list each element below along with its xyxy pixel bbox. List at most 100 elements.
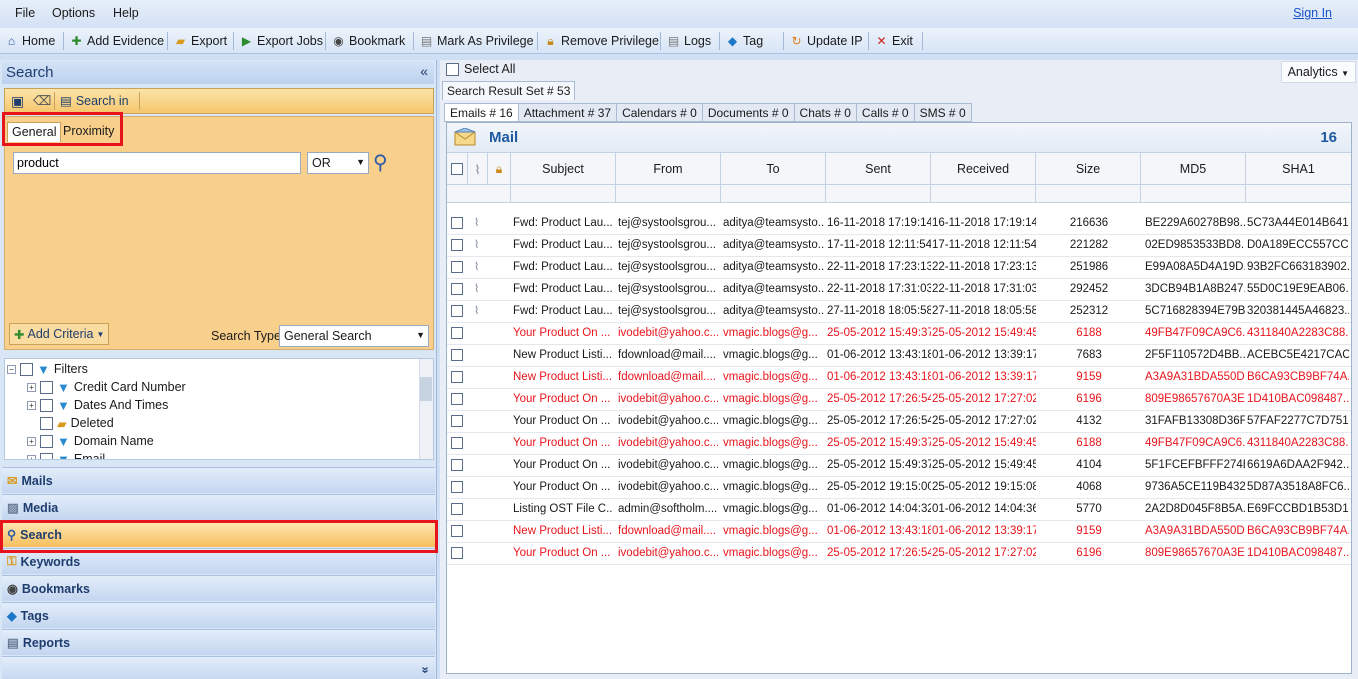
checkbox[interactable] [40, 452, 53, 459]
expand-node-icon[interactable]: + [27, 454, 36, 459]
tree-node-filters[interactable]: − ▼ Filters [7, 360, 88, 378]
search-magnifier-icon[interactable]: ⚲ [373, 150, 388, 175]
filter-md5[interactable] [1141, 185, 1246, 203]
result-set-tab[interactable]: Search Result Set # 53 [442, 81, 576, 100]
tab-calendars[interactable]: Calendars # 0 [617, 103, 703, 122]
table-row[interactable]: New Product Listi... fdownload@mail.... vm… [447, 345, 1351, 367]
table-row[interactable]: Your Product On ... ivodebit@yahoo.c... vm… [447, 323, 1351, 345]
col-to[interactable]: To [721, 153, 826, 185]
search-in-button[interactable]: ▤ Search in [60, 93, 129, 109]
menu-file[interactable]: File [15, 6, 35, 20]
filter-received[interactable] [931, 185, 1036, 203]
tab-documents[interactable]: Documents # 0 [702, 103, 795, 122]
bookmark-button[interactable]: ◉ Bookmark [331, 32, 405, 50]
nav-keywords[interactable]: ⚿ Keywords [2, 548, 435, 574]
select-all-control[interactable]: Select All [446, 62, 515, 76]
mark-privilege-button[interactable]: ▤ Mark As Privilege [419, 32, 534, 50]
nav-overflow[interactable]: » [2, 656, 435, 679]
tab-proximity[interactable]: Proximity [59, 122, 118, 142]
header-select[interactable] [447, 153, 468, 185]
table-row[interactable]: New Product Listi... fdownload@mail.... vm… [447, 521, 1351, 543]
row-checkbox[interactable] [451, 305, 463, 317]
table-row[interactable]: Your Product On ... ivodebit@yahoo.c... vm… [447, 455, 1351, 477]
sign-in-link[interactable]: Sign In [1293, 6, 1332, 20]
filter-to[interactable] [721, 185, 826, 203]
table-row[interactable]: Your Product On ... ivodebit@yahoo.c... vm… [447, 477, 1351, 499]
tab-calls[interactable]: Calls # 0 [856, 103, 915, 122]
search-type-select[interactable]: General Search ▼ [279, 325, 429, 347]
nav-reports[interactable]: ▤ Reports [2, 629, 435, 655]
exit-button[interactable]: ✕ Exit [874, 32, 912, 50]
checkbox[interactable] [40, 398, 53, 412]
nav-mails[interactable]: ✉ Mails [2, 467, 435, 493]
row-checkbox[interactable] [451, 459, 463, 471]
table-row[interactable]: Your Product On ... ivodebit@yahoo.c... vm… [447, 543, 1351, 565]
col-subject[interactable]: Subject [511, 153, 616, 185]
checkbox[interactable] [20, 362, 33, 376]
nav-media[interactable]: ▨ Media [2, 494, 435, 520]
table-row[interactable]: ⌇ Fwd: Product Lau... tej@systoolsgrou... a… [447, 235, 1351, 257]
row-checkbox[interactable] [451, 239, 463, 251]
eraser-icon[interactable]: ⌫ [33, 93, 51, 109]
row-checkbox[interactable] [451, 547, 463, 559]
col-sha1[interactable]: SHA1 [1246, 153, 1351, 185]
analytics-dropdown[interactable]: Analytics ▼ [1280, 61, 1356, 83]
tree-node[interactable]: + ▼ Dates And Times [27, 396, 168, 414]
export-jobs-button[interactable]: ▶ Export Jobs [239, 32, 323, 50]
row-checkbox[interactable] [451, 327, 463, 339]
row-checkbox[interactable] [451, 217, 463, 229]
nav-tags[interactable]: ◆ Tags [2, 602, 435, 628]
row-checkbox[interactable] [451, 415, 463, 427]
menu-options[interactable]: Options [52, 6, 95, 20]
table-row[interactable]: New Product Listi... fdownload@mail.... vm… [447, 367, 1351, 389]
tab-emails[interactable]: Emails # 16 [444, 103, 519, 122]
table-row[interactable]: Your Product On ... ivodebit@yahoo.c... vm… [447, 433, 1351, 455]
tab-general[interactable]: General [7, 122, 62, 142]
collapse-pane-button[interactable]: « [420, 63, 428, 79]
row-checkbox[interactable] [451, 503, 463, 515]
tree-node[interactable]: + ▼ Email [27, 450, 105, 459]
tab-attachment[interactable]: Attachment # 37 [518, 103, 618, 122]
tree-scrollbar[interactable] [419, 359, 433, 459]
add-evidence-button[interactable]: ✚ Add Evidence [69, 32, 164, 50]
col-md5[interactable]: MD5 [1141, 153, 1246, 185]
row-checkbox[interactable] [451, 525, 463, 537]
row-checkbox[interactable] [451, 371, 463, 383]
update-ip-button[interactable]: ↻ Update IP [789, 32, 862, 50]
row-checkbox[interactable] [451, 349, 463, 361]
scrollbar-thumb[interactable] [420, 377, 432, 401]
table-row[interactable]: Your Product On ... ivodebit@yahoo.c... vm… [447, 411, 1351, 433]
nav-bookmarks[interactable]: ◉ Bookmarks [2, 575, 435, 601]
remove-privilege-button[interactable]: 🔒︎ Remove Privilege [543, 32, 659, 50]
menu-help[interactable]: Help [113, 6, 139, 20]
row-checkbox[interactable] [451, 261, 463, 273]
col-sent[interactable]: Sent [826, 153, 931, 185]
header-checkbox[interactable] [451, 163, 463, 175]
filter-sent[interactable] [826, 185, 931, 203]
filter-size[interactable] [1036, 185, 1141, 203]
tag-button[interactable]: ◆ Tag [725, 32, 763, 50]
operator-select[interactable]: OR ▼ [307, 152, 369, 174]
checkbox[interactable] [40, 434, 53, 448]
table-row[interactable]: ⌇ Fwd: Product Lau... tej@systoolsgrou... a… [447, 301, 1351, 323]
collapse-node-icon[interactable]: − [7, 364, 16, 374]
table-row[interactable]: ⌇ Fwd: Product Lau... tej@systoolsgrou... a… [447, 213, 1351, 235]
checkbox[interactable] [40, 380, 53, 394]
add-criteria-button[interactable]: ✚ Add Criteria ▼ [9, 323, 110, 345]
search-query-input[interactable] [13, 152, 301, 174]
table-row[interactable]: Listing OST File C... admin@softholm.... v… [447, 499, 1351, 521]
home-button[interactable]: ⌂ Home [4, 32, 55, 50]
tree-node[interactable]: ▰ Deleted [40, 414, 114, 432]
checkbox[interactable] [40, 416, 53, 430]
export-button[interactable]: ▰ Export [173, 32, 227, 50]
row-checkbox[interactable] [451, 437, 463, 449]
row-checkbox[interactable] [451, 393, 463, 405]
filter-from[interactable] [616, 185, 721, 203]
tree-node[interactable]: + ▼ Credit Card Number [27, 378, 186, 396]
tab-sms[interactable]: SMS # 0 [914, 103, 972, 122]
table-row[interactable]: ⌇ Fwd: Product Lau... tej@systoolsgrou... a… [447, 257, 1351, 279]
tab-chats[interactable]: Chats # 0 [794, 103, 857, 122]
select-all-checkbox[interactable] [446, 62, 459, 76]
expand-node-icon[interactable]: + [27, 382, 36, 392]
table-row[interactable]: Your Product On ... ivodebit@yahoo.c... vm… [447, 389, 1351, 411]
